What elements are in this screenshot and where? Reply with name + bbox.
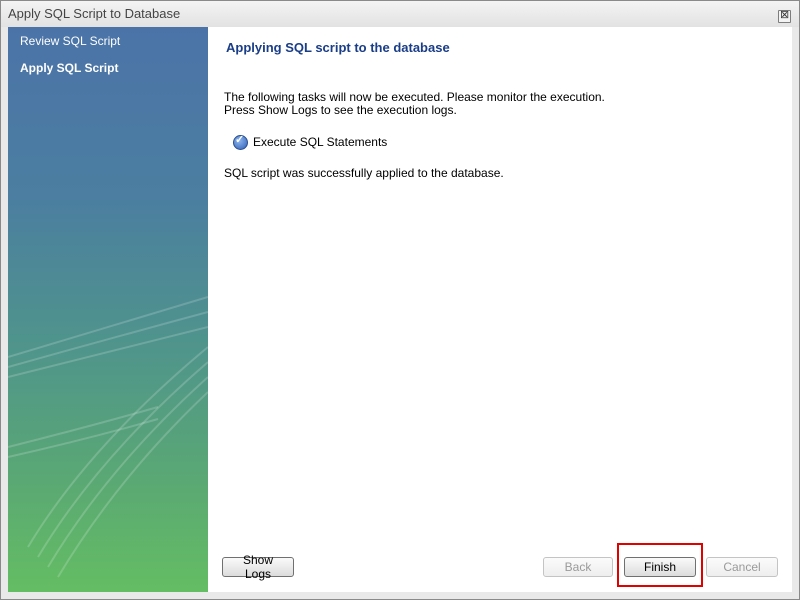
checkmark-icon: ✓	[233, 134, 248, 150]
cancel-button[interactable]: Cancel	[706, 557, 778, 577]
sidebar-item-apply-sql-script[interactable]: Apply SQL Script	[20, 61, 118, 75]
status-message: SQL script was successfully applied to t…	[224, 166, 504, 180]
main-panel: Applying SQL script to the database The …	[208, 27, 792, 592]
title-bar: Apply SQL Script to Database ⊠	[1, 1, 799, 27]
sidebar-decoration	[8, 296, 208, 578]
description-line-2: Press Show Logs to see the execution log…	[224, 103, 457, 117]
sidebar-item-review-sql-script[interactable]: Review SQL Script	[20, 34, 120, 48]
finish-highlight-box	[617, 543, 703, 587]
description-line-1: The following tasks will now be executed…	[224, 90, 605, 104]
close-button[interactable]: ⊠	[778, 9, 791, 23]
show-logs-button[interactable]: Show Logs	[222, 553, 294, 581]
task-label: Execute SQL Statements	[253, 135, 388, 149]
wizard-sidebar: Review SQL Script Apply SQL Script	[8, 27, 208, 592]
page-title: Applying SQL script to the database	[226, 40, 450, 55]
task-item: ✓ Execute SQL Statements	[233, 134, 387, 150]
window-title: Apply SQL Script to Database	[8, 6, 181, 21]
back-button[interactable]: Back	[543, 557, 613, 577]
close-icon: ⊠	[780, 9, 790, 21]
